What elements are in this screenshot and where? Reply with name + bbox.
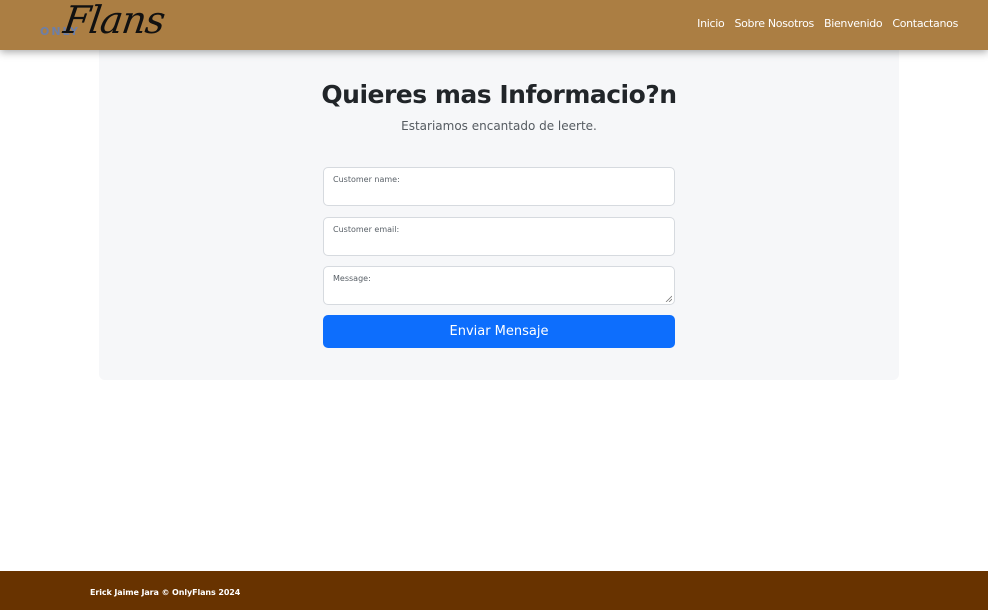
contact-card: Quieres mas Informacio?n Estariamos enca… — [99, 50, 899, 380]
message-label: Message: — [333, 274, 371, 283]
customer-name-field[interactable]: Customer name: — [323, 167, 675, 206]
send-message-button[interactable]: Enviar Mensaje — [323, 315, 675, 348]
customer-email-field[interactable]: Customer email: — [323, 217, 675, 256]
nav-menu: Inicio Sobre Nosotros Bienvenido Contact… — [697, 17, 958, 30]
footer: Erick Jaime Jara © OnlyFlans 2024 — [0, 571, 988, 610]
navbar: ONLY Flans Inicio Sobre Nosotros Bienven… — [0, 0, 988, 50]
nav-link-contactanos[interactable]: Contactanos — [892, 17, 958, 30]
nav-link-bienvenido[interactable]: Bienvenido — [824, 17, 883, 30]
footer-copyright: Erick Jaime Jara © OnlyFlans 2024 — [90, 588, 241, 597]
nav-link-inicio[interactable]: Inicio — [697, 17, 725, 30]
nav-link-sobre-nosotros[interactable]: Sobre Nosotros — [734, 17, 814, 30]
contact-subtitle: Estariamos encantado de leerte. — [401, 119, 597, 133]
message-textarea[interactable]: Message: — [323, 266, 675, 305]
resize-handle-icon[interactable] — [665, 295, 672, 302]
customer-email-label: Customer email: — [333, 225, 400, 234]
brand-logo[interactable]: ONLY Flans — [38, 0, 178, 48]
brand-logo-script-text: Flans — [60, 0, 168, 42]
customer-name-label: Customer name: — [333, 175, 400, 184]
contact-title: Quieres mas Informacio?n — [321, 80, 677, 109]
